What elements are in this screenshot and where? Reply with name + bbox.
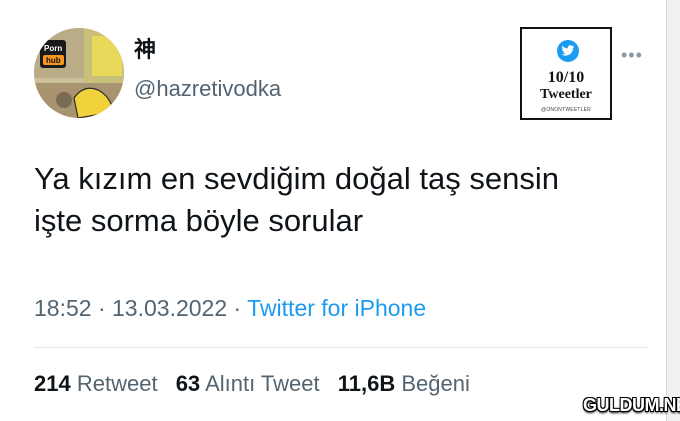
tweet-date[interactable]: 13.03.2022	[112, 295, 227, 321]
site-watermark: GULDUM.NET	[583, 395, 680, 415]
tweet-text-line: Ya kızım en sevdiğim doğal taş sensin	[34, 161, 559, 196]
page-edge-strip	[666, 0, 680, 421]
svg-text:Porn: Porn	[44, 44, 62, 53]
tweet-text-line: işte sorma böyle sorular	[34, 203, 364, 238]
tweet-source-link[interactable]: Twitter for iPhone	[247, 295, 426, 321]
svg-text:hub: hub	[46, 56, 61, 65]
tweet-time[interactable]: 18:52	[34, 295, 92, 321]
divider	[34, 347, 649, 348]
tweet-stats: 214 Retweet 63 Alıntı Tweet 11,6B Beğeni	[34, 370, 482, 398]
like-label[interactable]: Beğeni	[401, 371, 470, 396]
more-horizontal-icon[interactable]: •••	[621, 46, 643, 64]
badge-score: 10/10	[547, 69, 585, 86]
twitter-bird-icon	[557, 40, 579, 62]
retweet-label[interactable]: Retweet	[77, 371, 158, 396]
quote-label[interactable]: Alıntı Tweet	[205, 371, 320, 396]
display-name[interactable]: 神	[134, 38, 156, 64]
username-handle[interactable]: @hazretivodka	[134, 76, 281, 102]
retweet-count[interactable]: 214	[34, 371, 71, 396]
quote-count[interactable]: 63	[176, 371, 200, 396]
like-count[interactable]: 11,6B	[338, 371, 396, 396]
tweet-text: Ya kızım en sevdiğim doğal taş sensin iş…	[34, 158, 654, 242]
badge-label: Tweetler	[540, 87, 592, 102]
meta-separator: ·	[91, 295, 113, 321]
rating-badge: 10/10 Tweetler @ONONTWEETLER	[520, 27, 612, 120]
avatar[interactable]: Porn hub	[34, 28, 124, 118]
meta-separator: ·	[227, 295, 248, 321]
badge-account: @ONONTWEETLER	[541, 107, 591, 113]
avatar-image: Porn hub	[34, 28, 124, 118]
tweet-meta: 18:52 · 13.03.2022 · Twitter for iPhone	[34, 294, 426, 322]
